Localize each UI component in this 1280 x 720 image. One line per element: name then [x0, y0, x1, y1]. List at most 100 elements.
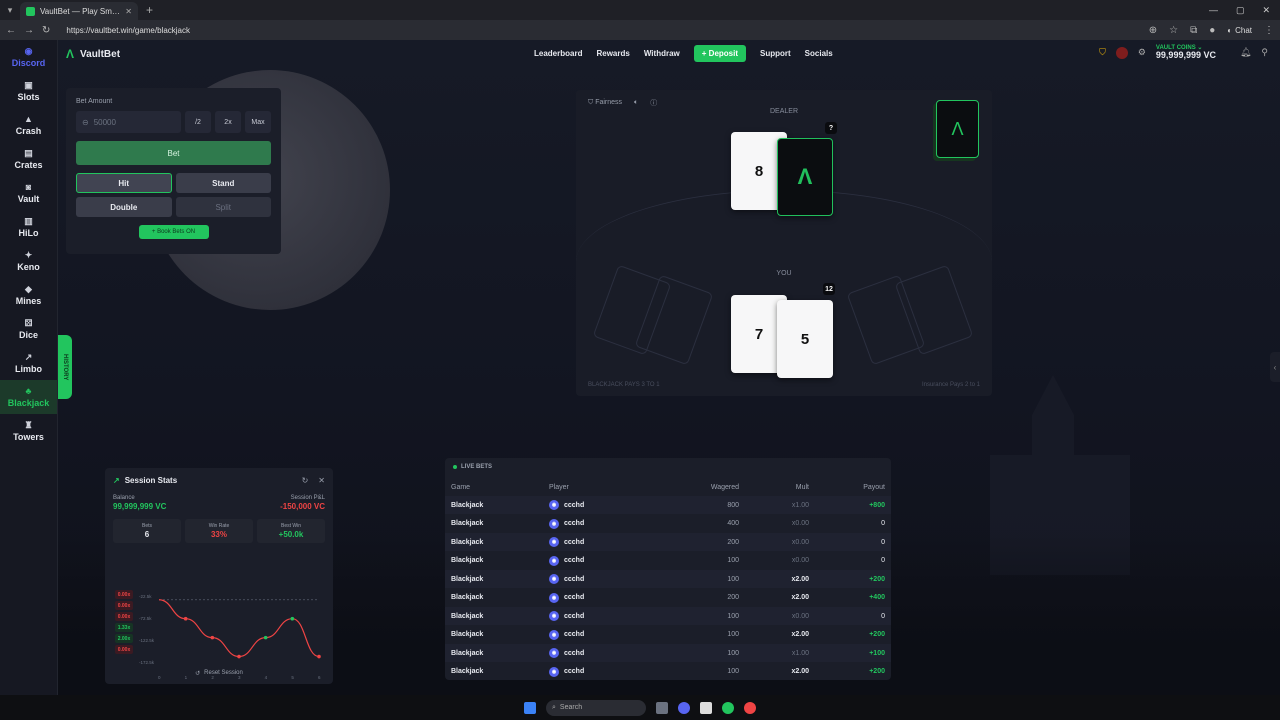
- half-bet-button[interactable]: /2: [185, 111, 211, 133]
- winrate-label: Win Rate: [208, 523, 230, 529]
- refresh-icon[interactable]: ↻: [302, 476, 309, 485]
- sidebar-item-vault[interactable]: ◙ Vault: [0, 176, 57, 210]
- row-player[interactable]: ◉ ccchd: [549, 552, 584, 570]
- history-tab[interactable]: HISTORY: [58, 335, 72, 399]
- row-player[interactable]: ◉ ccchd: [549, 663, 584, 681]
- bestwin-stat: Best Win +50.0k: [257, 519, 325, 543]
- nav-rewards[interactable]: Rewards: [596, 49, 629, 58]
- reload-icon[interactable]: ↻: [42, 25, 50, 36]
- table-row: Blackjack ◉ ccchd 100 x0.00 0: [445, 607, 891, 625]
- tab-list-icon[interactable]: ▾: [0, 0, 20, 20]
- file-explorer-icon[interactable]: [656, 701, 668, 714]
- browser-tabbar: ▾ VaultBet — Play Smarter, Bet ✕ + — ▢ ✕: [0, 0, 1280, 20]
- tab-close-icon[interactable]: ✕: [125, 7, 132, 16]
- row-payout: 0: [881, 520, 885, 527]
- blackjack-payout-note: BLACKJACK PAYS 3 TO 1: [588, 382, 660, 388]
- user-menu-icon[interactable]: ⚲: [1261, 47, 1268, 58]
- chrome-icon[interactable]: [744, 701, 756, 714]
- bet-amount-placeholder: 50000: [93, 117, 116, 127]
- session-stat-boxes: Bets 6 Win Rate 33% Best Win +50.0k: [113, 519, 325, 543]
- sidebar-item-towers[interactable]: ♜ Towers: [0, 414, 57, 448]
- sidebar-item-label: Vault: [17, 194, 40, 204]
- panel-expand-handle[interactable]: ‹: [1270, 352, 1280, 382]
- forward-icon[interactable]: →: [24, 25, 34, 36]
- row-wagered: 100: [727, 612, 739, 620]
- chat-button[interactable]: ◐ Chat: [1227, 26, 1252, 35]
- spotify-icon[interactable]: [722, 701, 734, 714]
- row-player[interactable]: ◉ ccchd: [549, 626, 584, 644]
- crates-icon: ▤: [24, 147, 33, 158]
- double-bet-amount-button[interactable]: 2x: [215, 111, 241, 133]
- info-icon[interactable]: ⓘ: [650, 98, 657, 108]
- sidebar-item-keno[interactable]: ✦ Keno: [0, 244, 57, 278]
- sidebar-item-crash[interactable]: ▲ Crash: [0, 108, 57, 142]
- max-bet-button[interactable]: Max: [245, 111, 271, 133]
- y-tick-label: -22.5k: [139, 594, 152, 599]
- discord-taskbar-icon[interactable]: [678, 701, 690, 714]
- brand-logo[interactable]: Λ VaultBet: [66, 47, 120, 61]
- row-game: Blackjack: [451, 594, 484, 601]
- sidebar-item-dice[interactable]: ⚄ Dice: [0, 312, 57, 346]
- multiplier-chip: 2.00x: [115, 634, 133, 643]
- sound-icon[interactable]: 🔈︎: [634, 99, 638, 107]
- row-player[interactable]: ◉ ccchd: [549, 607, 584, 625]
- bell-icon[interactable]: 🔔︎: [1240, 47, 1251, 58]
- row-player[interactable]: ◉ ccchd: [549, 644, 584, 662]
- double-button[interactable]: Double: [76, 197, 172, 217]
- back-icon[interactable]: ←: [6, 25, 16, 36]
- nav-leaderboard[interactable]: Leaderboard: [534, 49, 582, 58]
- profile-icon[interactable]: ●: [1209, 25, 1215, 36]
- zoom-icon[interactable]: ⊕: [1149, 25, 1157, 36]
- row-player[interactable]: ◉ ccchd: [549, 570, 584, 588]
- avatar[interactable]: [1115, 46, 1128, 59]
- book-bets-toggle[interactable]: + Book Bets ON: [138, 225, 209, 239]
- sidebar-item-discord[interactable]: ◉ Discord: [0, 40, 57, 74]
- nav-support[interactable]: Support: [760, 49, 791, 58]
- fairness-button[interactable]: ⛉ Fairness: [588, 99, 622, 107]
- star-icon[interactable]: ☆: [1169, 25, 1178, 36]
- reset-session-button[interactable]: ↺ Reset Session: [113, 666, 325, 680]
- stand-button[interactable]: Stand: [175, 173, 271, 193]
- sidebar-item-limbo[interactable]: ↗ Limbo: [0, 346, 57, 380]
- nav-withdraw[interactable]: Withdraw: [644, 49, 680, 58]
- settings-icon[interactable]: ⚙: [1138, 47, 1146, 58]
- deposit-button[interactable]: + Deposit: [693, 45, 746, 62]
- sidebar-item-blackjack[interactable]: ♣ Blackjack: [0, 380, 57, 414]
- start-icon[interactable]: [524, 701, 536, 714]
- session-stats-panel: ↗ Session Stats ↻ ✕ Balance 99,999,999 V…: [105, 468, 333, 684]
- row-player[interactable]: ◉ ccchd: [549, 533, 584, 551]
- wallet-balance[interactable]: VAULT COINS ⌄ 99,999,999 VC: [1156, 45, 1216, 60]
- sidebar-item-slots[interactable]: ▣ Slots: [0, 74, 57, 108]
- bet-amount-input[interactable]: ⊖ 50000: [76, 111, 181, 133]
- maximize-icon[interactable]: ▢: [1236, 5, 1245, 16]
- extensions-icon[interactable]: ⧉: [1190, 25, 1197, 36]
- sidebar-item-mines[interactable]: ◆ Mines: [0, 278, 57, 312]
- row-player[interactable]: ◉ ccchd: [549, 496, 584, 514]
- close-icon[interactable]: ✕: [318, 476, 325, 485]
- table-row: Blackjack ◉ ccchd 100 x2.00 +200: [445, 570, 891, 588]
- pnl-block: Session P&L -150,000 VC: [280, 495, 325, 511]
- nav-socials[interactable]: Socials: [805, 49, 833, 58]
- sidebar-item-label: Mines: [15, 296, 42, 306]
- row-player[interactable]: ◉ ccchd: [549, 589, 584, 607]
- pnl-point: [317, 654, 321, 659]
- url-field[interactable]: https://vaultbet.win/game/blackjack: [66, 26, 190, 35]
- close-window-icon[interactable]: ✕: [1262, 5, 1270, 16]
- sidebar-item-crates[interactable]: ▤ Crates: [0, 142, 57, 176]
- discord-avatar-icon: ◉: [549, 648, 559, 658]
- minimize-icon[interactable]: —: [1209, 5, 1218, 16]
- app-icon[interactable]: [700, 701, 712, 714]
- hit-button[interactable]: Hit: [76, 173, 172, 193]
- sidebar-item-label: Crates: [14, 160, 43, 170]
- split-button[interactable]: Split: [175, 197, 271, 217]
- browser-tab[interactable]: VaultBet — Play Smarter, Bet ✕: [20, 2, 138, 20]
- bet-button[interactable]: Bet: [76, 141, 271, 165]
- shield-icon[interactable]: ⛉: [1099, 47, 1106, 58]
- sidebar-item-hilo[interactable]: ▥ HiLo: [0, 210, 57, 244]
- discord-icon: ◉: [24, 45, 33, 56]
- taskbar-search[interactable]: ⌕ Search: [546, 699, 646, 716]
- new-tab-icon[interactable]: +: [146, 3, 153, 17]
- more-icon[interactable]: ⋮: [1264, 25, 1274, 36]
- card-deck: Λ: [936, 100, 979, 158]
- row-player[interactable]: ◉ ccchd: [549, 515, 584, 533]
